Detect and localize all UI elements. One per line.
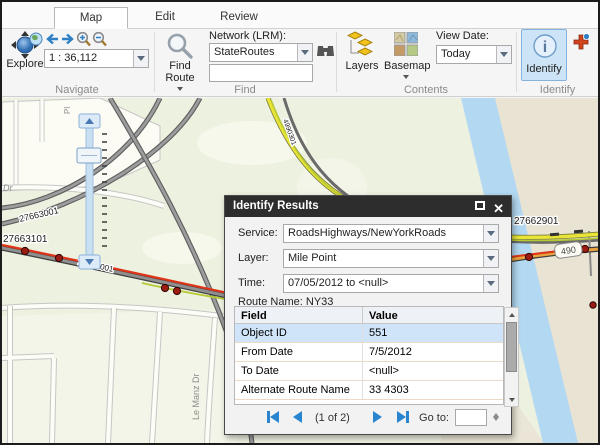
route-search-input[interactable]	[209, 64, 313, 82]
terrain-patch	[142, 232, 222, 264]
next-page-button[interactable]	[373, 411, 382, 423]
map-scale-dropdown-arrow[interactable]	[133, 50, 148, 67]
identify-button[interactable]: i Identify	[521, 29, 567, 81]
field-column-header: Field	[235, 307, 363, 323]
value-column-header: Value	[363, 307, 503, 323]
svg-text:490: 490	[560, 245, 576, 257]
table-row[interactable]: Object ID 551	[235, 324, 503, 343]
table-row[interactable]: To Date <null>	[235, 362, 503, 381]
time-dropdown-arrow[interactable]	[483, 275, 498, 292]
find-group-label: Find	[155, 84, 335, 96]
identify-i-icon: i	[532, 33, 558, 59]
network-lrm-value: StateRoutes	[210, 44, 297, 61]
group-separator	[336, 32, 337, 92]
basemap-button[interactable]: Basemap	[384, 60, 430, 72]
attributes-table: Field Value Object ID 551 From Date 7/5/…	[234, 306, 504, 405]
dialog-title-bar[interactable]: Identify Results ✕	[225, 196, 511, 217]
back-arrow-icon[interactable]	[45, 33, 59, 45]
zoom-out-icon[interactable]	[92, 31, 107, 47]
contents-group-label: Contents	[337, 84, 515, 96]
service-combo[interactable]: RoadsHighways/NewYorkRoads	[283, 224, 499, 243]
network-lrm-dropdown-arrow[interactable]	[297, 44, 312, 61]
red-plus-tool-icon[interactable]	[572, 33, 590, 51]
basemap-icon[interactable]	[394, 32, 418, 56]
street-label-pl: Pl	[63, 107, 72, 114]
group-separator	[516, 32, 517, 92]
navigate-group-label: Navigate	[2, 84, 152, 96]
globe-icon[interactable]	[29, 32, 43, 46]
table-row[interactable]: From Date 7/5/2012	[235, 343, 503, 362]
table-header-row: Field Value	[235, 307, 503, 324]
spinner-up-icon[interactable]	[490, 409, 502, 417]
route-id-label: 27662901	[514, 216, 559, 227]
layer-label: Layer:	[238, 252, 269, 264]
svg-text:i: i	[543, 39, 547, 56]
layer-value: Mile Point	[284, 250, 483, 267]
network-lrm-label: Network (LRM):	[209, 30, 286, 42]
scrollbar-thumb[interactable]	[506, 322, 517, 372]
pagination-bar: (1 of 2) Go to:	[225, 408, 511, 428]
layer-dropdown-arrow[interactable]	[483, 250, 498, 267]
find-route-button[interactable]: Find Route	[160, 60, 200, 84]
tab-edit[interactable]: Edit	[128, 7, 202, 29]
identify-group-label: Identify	[517, 84, 598, 96]
first-page-button[interactable]	[267, 411, 279, 423]
view-date-value: Today	[437, 46, 496, 63]
time-value: 07/05/2012 to <null>	[284, 275, 483, 292]
goto-page-input[interactable]	[455, 409, 487, 426]
previous-page-button[interactable]	[293, 411, 302, 423]
explore-label[interactable]: Explore	[4, 58, 46, 70]
identify-button-label: Identify	[522, 63, 566, 75]
page-indicator: (1 of 2)	[315, 412, 350, 424]
spinner-down-icon[interactable]	[490, 417, 502, 425]
view-date-combo[interactable]: Today	[436, 45, 512, 64]
last-page-button[interactable]	[397, 411, 409, 423]
view-date-label: View Date:	[436, 30, 489, 42]
goto-spinner[interactable]	[490, 409, 502, 426]
tab-map[interactable]: Map	[54, 7, 128, 29]
zoom-in-icon[interactable]	[76, 31, 91, 47]
layer-combo[interactable]: Mile Point	[283, 249, 499, 268]
map-scale-combo[interactable]: 1 : 36,112	[44, 49, 149, 68]
service-dropdown-arrow[interactable]	[483, 225, 498, 242]
maximize-icon[interactable]	[475, 201, 485, 210]
ribbon: Map Edit Review Explore	[2, 2, 598, 97]
layers-icon[interactable]	[347, 31, 373, 59]
service-value: RoadsHighways/NewYorkRoads	[284, 225, 483, 242]
close-icon[interactable]: ✕	[493, 198, 504, 219]
city-blocks-bottomleft	[2, 306, 237, 443]
map-scale-value: 1 : 36,112	[45, 50, 133, 67]
table-partial-row	[235, 400, 503, 404]
route-id-label: 27663001	[18, 205, 59, 224]
layers-button[interactable]: Layers	[342, 60, 382, 72]
network-lrm-combo[interactable]: StateRoutes	[209, 43, 313, 62]
table-scrollbar[interactable]	[504, 307, 519, 407]
zoom-slider-track[interactable]	[86, 128, 93, 256]
time-combo[interactable]: 07/05/2012 to <null>	[283, 274, 499, 293]
street-label-le-manz: Le Manz Dr	[191, 373, 201, 420]
group-separator	[154, 32, 155, 92]
forward-arrow-icon[interactable]	[61, 33, 75, 45]
binoculars-icon[interactable]	[317, 43, 334, 58]
ribbon-tab-strip: Map Edit Review	[2, 2, 598, 29]
table-row[interactable]: Alternate Route Name 33 4303	[235, 381, 503, 400]
service-label: Service:	[238, 227, 278, 239]
identify-results-dialog: Identify Results ✕ Service: RoadsHighway…	[224, 195, 512, 435]
app-window: Map Edit Review Explore	[0, 0, 600, 445]
tab-review[interactable]: Review	[202, 7, 276, 29]
goto-label: Go to:	[419, 412, 449, 424]
scroll-down-arrow-icon[interactable]	[505, 393, 518, 406]
street-label-dr: Dr	[3, 183, 13, 193]
find-route-icon[interactable]	[166, 32, 194, 60]
view-date-dropdown-arrow[interactable]	[496, 46, 511, 63]
scroll-up-arrow-icon[interactable]	[505, 308, 518, 321]
route-id-label: 27663101	[3, 234, 48, 245]
time-label: Time:	[238, 277, 265, 289]
basemap-dropdown-caret[interactable]	[403, 75, 409, 79]
dialog-title: Identify Results	[233, 200, 319, 212]
